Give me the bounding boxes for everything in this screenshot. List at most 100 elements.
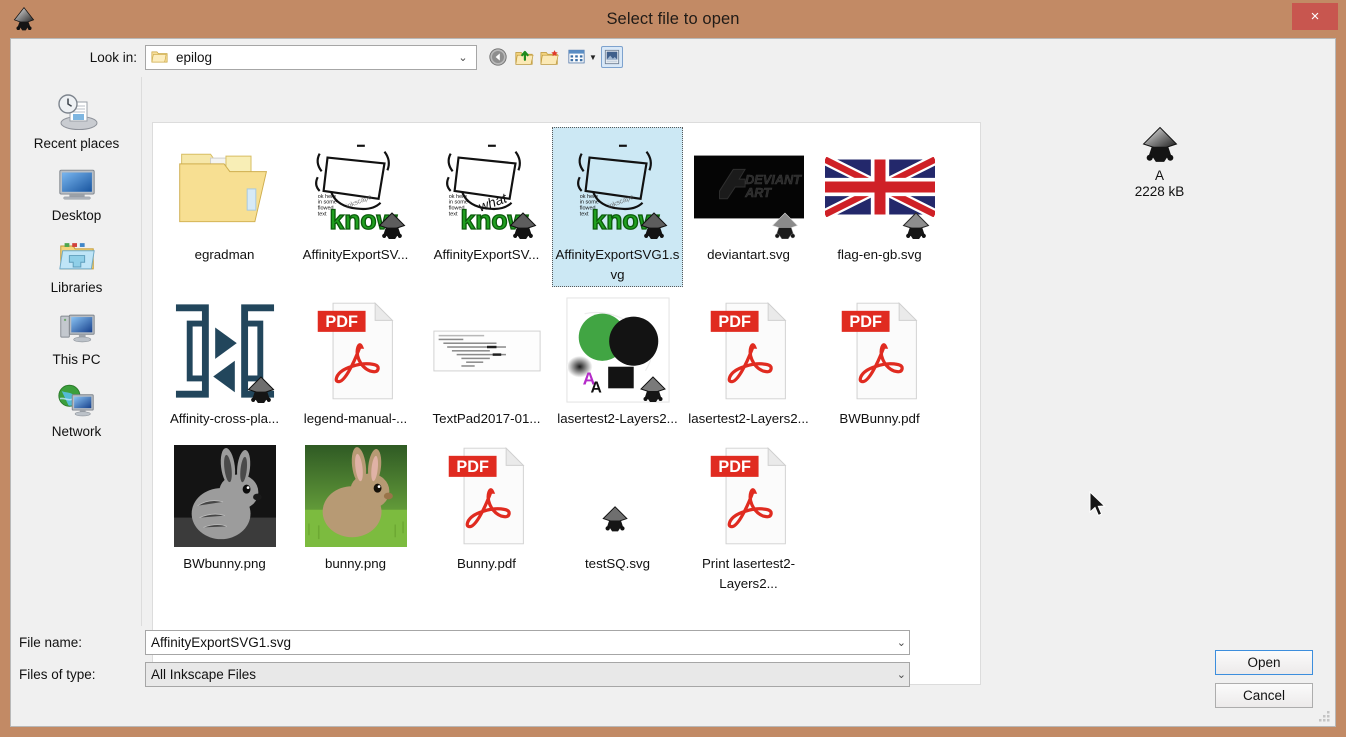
svg-text:PDF: PDF <box>325 313 358 331</box>
file-item[interactable]: TextPad2017-01... <box>421 291 552 432</box>
sidebar-item-network[interactable]: Network <box>16 379 138 449</box>
back-button[interactable] <box>487 46 509 68</box>
file-item[interactable]: A A lasertest2-Layers2... <box>552 291 683 432</box>
inkscape-badge-icon <box>506 212 540 239</box>
svg-text:ART: ART <box>744 185 772 200</box>
inkscape-icon <box>10 5 38 33</box>
file-name-input[interactable]: AffinityExportSVG1.svg <box>145 629 910 655</box>
close-icon: × <box>1310 8 1320 25</box>
svg-text:PDF: PDF <box>456 458 489 476</box>
file-name: TextPad2017-01... <box>432 411 541 427</box>
svg-text:PDF: PDF <box>718 458 751 476</box>
file-item[interactable]: testSQ.svg <box>552 436 683 596</box>
window-title: Select file to open <box>606 9 740 28</box>
sidebar-item-label: Recent places <box>33 136 120 151</box>
files-of-type-label: Files of type: <box>19 666 96 682</box>
file-item-selected[interactable]: ok here in some flowed text inkscape kno… <box>552 127 683 288</box>
pdf-file-icon: PDF <box>432 440 542 552</box>
chevron-down-icon[interactable]: ⌄ <box>452 51 474 64</box>
file-item[interactable]: PDF BWBunny.pdf <box>814 291 945 432</box>
sidebar-item-recent-places[interactable]: Recent places <box>16 91 138 161</box>
svg-text:text: text <box>317 211 326 217</box>
folder-icon <box>151 50 168 64</box>
resize-grip[interactable] <box>1317 709 1331 723</box>
places-sidebar: Recent places Desktop Libraries This PC … <box>12 77 142 626</box>
title-bar: Select file to open × <box>0 0 1346 38</box>
file-open-dialog-window: Select file to open × Look in: epilog ⌄ <box>0 0 1346 737</box>
sidebar-item-label: This PC <box>52 352 101 367</box>
file-item[interactable]: bunny.png <box>290 436 421 596</box>
files-of-type-select[interactable]: All Inkscape Files <box>145 661 910 687</box>
inkscape-icon <box>1138 126 1182 162</box>
file-item[interactable]: ok here in some flowed text inkscape kno… <box>290 127 421 287</box>
inkscape-file-icon <box>563 440 673 552</box>
sidebar-item-label: Network <box>51 424 102 439</box>
navigation-bar: Look in: epilog ⌄ ▼ <box>11 39 1335 75</box>
look-in-dropdown[interactable]: epilog ⌄ <box>145 44 477 70</box>
file-grid: egradman ok here in some flowed text ink… <box>153 123 980 600</box>
new-folder-icon[interactable] <box>539 46 561 68</box>
file-item[interactable]: PDF lasertest2-Layers2... <box>683 291 814 432</box>
svg-thumbnail: ok here in some flowed text inkscape kno… <box>301 131 411 243</box>
folder-icon <box>170 131 280 243</box>
file-name: testSQ.svg <box>584 556 651 572</box>
sidebar-item-libraries[interactable]: Libraries <box>16 235 138 305</box>
file-name: egradman <box>194 247 255 262</box>
file-name: AffinityExportSV... <box>433 247 540 262</box>
svg-thumbnail: A A <box>563 295 673 407</box>
inkscape-badge-icon <box>899 212 933 239</box>
cancel-button[interactable]: Cancel <box>1215 683 1313 708</box>
open-button[interactable]: Open <box>1215 650 1313 675</box>
look-in-value: epilog <box>176 49 213 65</box>
svg-thumbnail <box>170 295 280 407</box>
file-item[interactable]: ok here in some flowed text what know Af… <box>421 127 552 287</box>
file-list-view[interactable]: egradman ok here in some flowed text ink… <box>152 122 981 685</box>
file-item[interactable]: flag-en-gb.svg <box>814 127 945 287</box>
close-button[interactable]: × <box>1292 3 1338 30</box>
recent-places-icon <box>54 91 100 133</box>
pdf-file-icon: PDF <box>694 295 804 407</box>
pdf-file-icon: PDF <box>694 440 804 552</box>
svg-thumbnail: DEVIANT ART <box>693 131 804 243</box>
file-name: Affinity-cross-pla... <box>169 411 280 427</box>
preview-pane-icon[interactable] <box>600 46 623 68</box>
sidebar-item-desktop[interactable]: Desktop <box>16 163 138 233</box>
view-menu-chevron-icon[interactable]: ▼ <box>589 53 597 62</box>
file-item[interactable]: Affinity-cross-pla... <box>159 291 290 432</box>
view-list-icon[interactable] <box>565 46 587 68</box>
file-item[interactable]: DEVIANT ART deviantart.svg <box>683 127 814 287</box>
up-folder-icon[interactable] <box>513 46 535 68</box>
file-item[interactable]: egradman <box>159 127 290 287</box>
inkscape-badge-icon <box>244 376 278 404</box>
image-thumbnail <box>170 440 280 552</box>
file-item[interactable]: PDF Bunny.pdf <box>421 436 552 596</box>
svg-text:PDF: PDF <box>849 313 882 331</box>
file-name-row: File name: AffinityExportSVG1.svg ⌄ <box>11 628 1335 656</box>
preview-file-size: 2228 kB <box>1134 184 1185 199</box>
sidebar-item-this-pc[interactable]: This PC <box>16 307 138 377</box>
file-name: lasertest2-Layers2... <box>557 411 678 427</box>
file-name: legend-manual-... <box>303 411 408 427</box>
file-item[interactable]: PDF legend-manual-... <box>290 291 421 432</box>
file-name: BWbunny.png <box>183 556 266 572</box>
sidebar-item-label: Libraries <box>50 280 103 295</box>
file-type-field-wrap: All Inkscape Files ⌄ <box>145 661 910 687</box>
file-name: AffinityExportSVG1.svg <box>555 247 680 282</box>
chevron-down-icon[interactable]: ⌄ <box>897 662 906 687</box>
image-thumbnail <box>301 440 411 552</box>
inkscape-badge-icon <box>768 212 802 240</box>
svg-thumbnail: ok here in some flowed text what know <box>432 131 542 243</box>
svg-text:text: text <box>579 211 588 217</box>
dialog-buttons: Open Cancel <box>1215 650 1313 708</box>
desktop-icon <box>56 163 98 205</box>
preview-pane: A 2228 kB <box>986 122 1333 685</box>
file-item[interactable]: BWbunny.png <box>159 436 290 596</box>
file-item[interactable]: PDF Print lasertest2-Layers2... <box>683 436 814 596</box>
chevron-down-icon[interactable]: ⌄ <box>897 630 906 655</box>
svg-thumbnail <box>824 131 935 243</box>
this-pc-icon <box>56 307 98 349</box>
sidebar-item-label: Desktop <box>51 208 102 223</box>
libraries-icon <box>56 235 98 277</box>
file-name: bunny.png <box>324 556 387 572</box>
text-document-thumbnail <box>432 295 542 407</box>
